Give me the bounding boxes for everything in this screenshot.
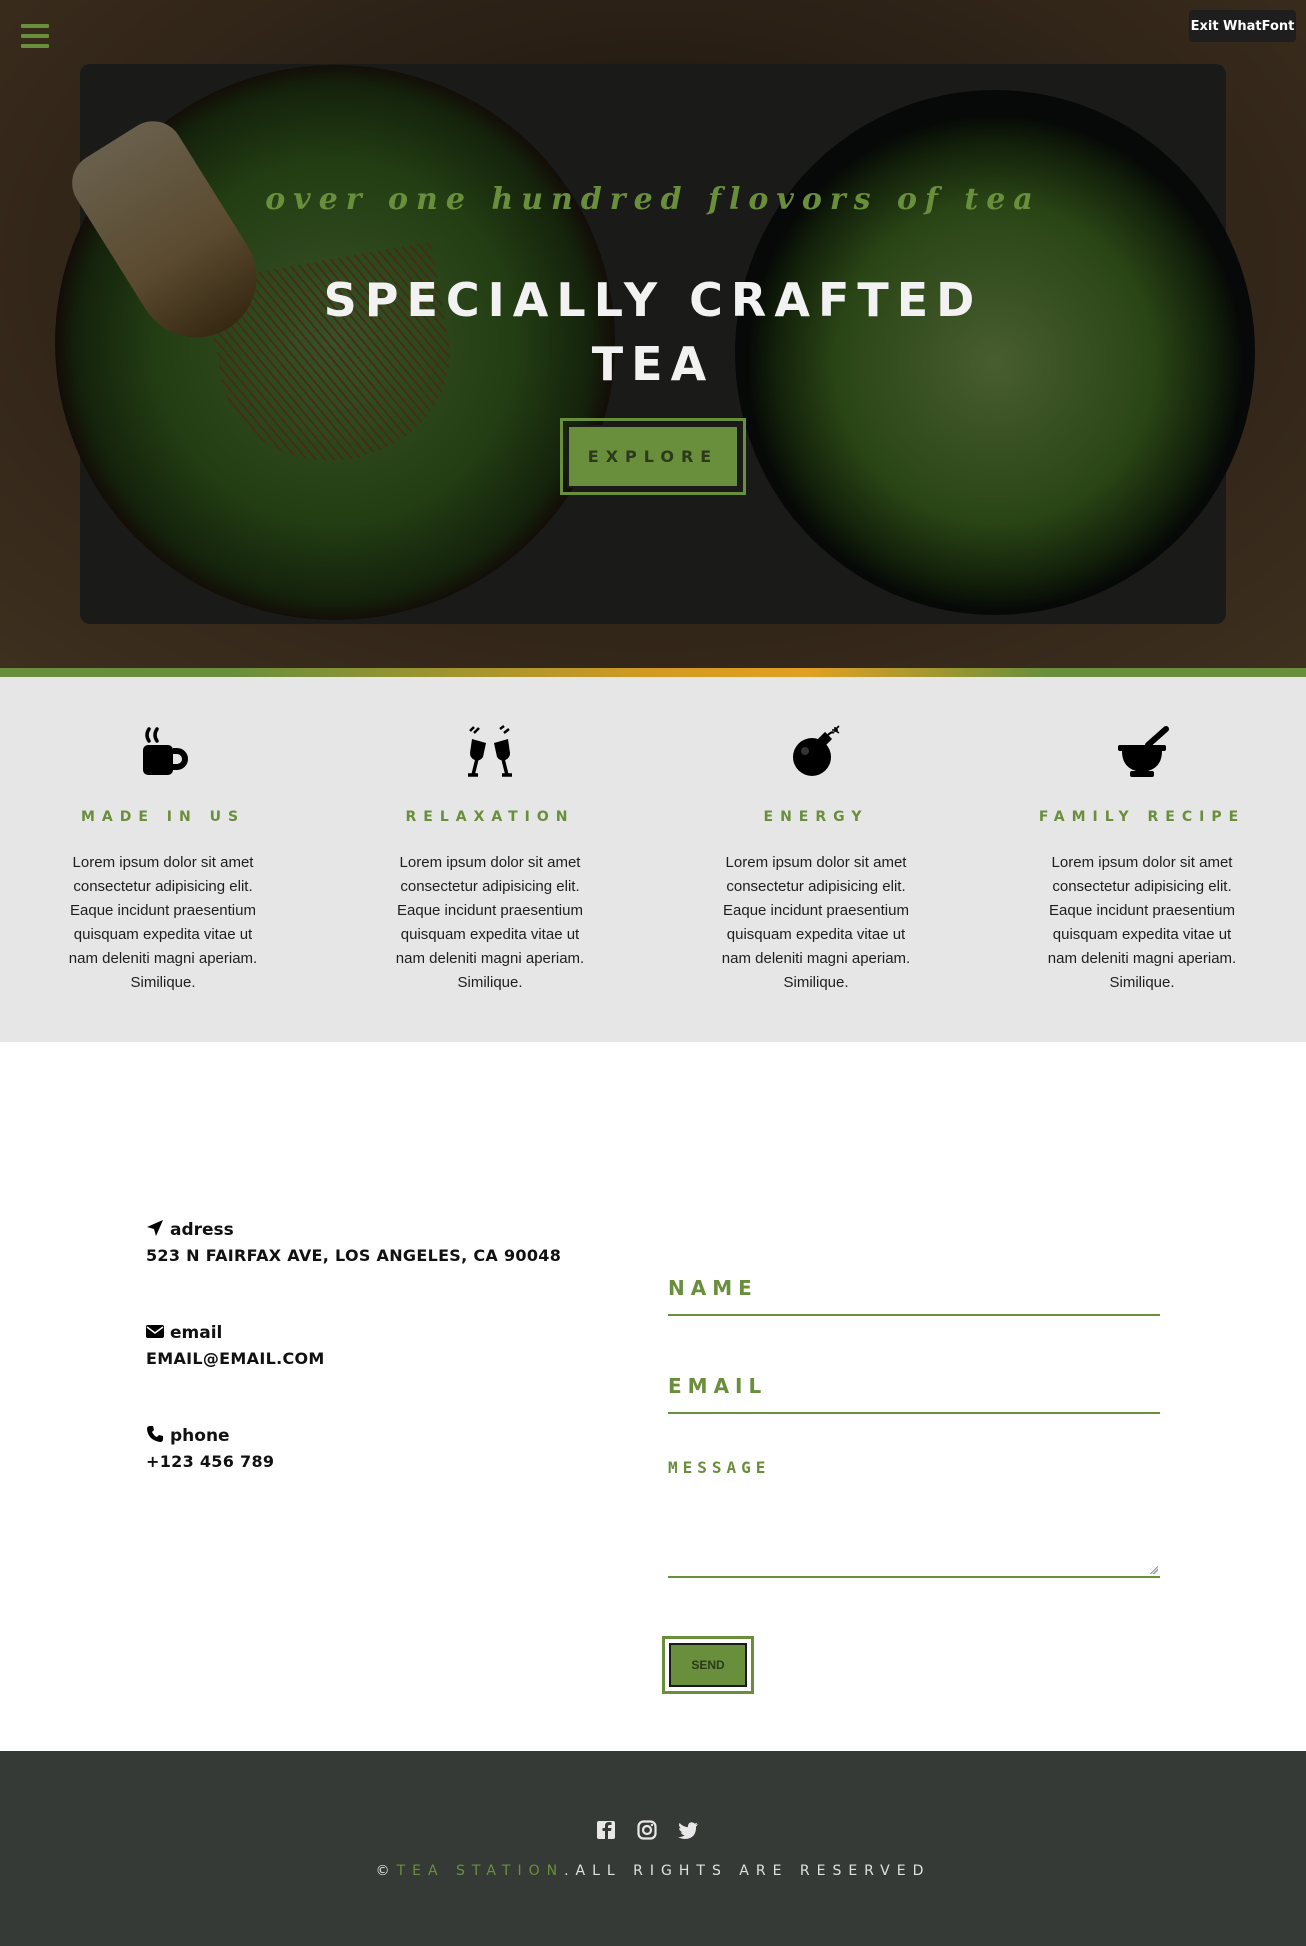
hero-bottom-strip xyxy=(0,668,1306,677)
message-textarea[interactable] xyxy=(668,1456,1160,1574)
email-value: EMAIL@EMAIL.COM xyxy=(146,1349,325,1368)
contact-info: adress 523 N FAIRFAX AVE, LOS ANGELES, C… xyxy=(146,1218,586,1527)
phone-value: +123 456 789 xyxy=(146,1452,275,1471)
send-button-frame: SEND xyxy=(662,1636,754,1694)
resize-grip-icon[interactable] xyxy=(1150,1566,1158,1574)
feature-title: FAMILY RECIPE xyxy=(1038,809,1246,825)
feature-title: ENERGY xyxy=(763,809,869,825)
social-links xyxy=(595,1819,715,1841)
copyright-symbol: © xyxy=(375,1863,397,1879)
copyright-text: ©TEA STATION.ALL RIGHTS ARE RESERVED xyxy=(0,1863,1306,1879)
hero-title: SPECIALLY CRAFTED TEA xyxy=(323,273,983,391)
phone-label: phone xyxy=(170,1426,230,1446)
address-value: 523 N FAIRFAX AVE, LOS ANGELES, CA 90048 xyxy=(146,1246,562,1265)
hero-section: Exit WhatFont over one hundred flovors o… xyxy=(0,0,1306,668)
email-field-wrapper xyxy=(668,1360,1160,1414)
phone-block: phone +123 456 789 xyxy=(146,1424,586,1471)
feature-text: Lorem ipsum dolor sit amet consectetur a… xyxy=(1047,854,1237,991)
feature-made-in-us: MADE IN US Lorem ipsum dolor sit amet co… xyxy=(43,725,283,995)
feature-text: Lorem ipsum dolor sit amet consectetur a… xyxy=(68,854,258,991)
email-block: email EMAIL@EMAIL.COM xyxy=(146,1321,586,1368)
feature-energy: ENERGY Lorem ipsum dolor sit amet consec… xyxy=(696,725,936,995)
name-input[interactable] xyxy=(668,1262,1160,1314)
hero-tagline: over one hundred flovors of tea xyxy=(265,182,1041,217)
envelope-icon xyxy=(146,1323,170,1344)
send-button[interactable]: SEND xyxy=(669,1643,747,1687)
address-label: adress xyxy=(170,1220,234,1240)
rights-text: .ALL RIGHTS ARE RESERVED xyxy=(564,1863,931,1879)
email-input[interactable] xyxy=(668,1360,1160,1412)
phone-icon xyxy=(146,1425,170,1448)
message-field-wrapper xyxy=(668,1456,1160,1578)
bomb-icon xyxy=(786,725,846,781)
coffee-cup-icon xyxy=(133,725,193,781)
feature-text: Lorem ipsum dolor sit amet consectetur a… xyxy=(721,854,911,991)
exit-whatfont-button[interactable]: Exit WhatFont xyxy=(1189,10,1296,42)
name-field-wrapper xyxy=(668,1262,1160,1316)
feature-relaxation: RELAXATION Lorem ipsum dolor sit amet co… xyxy=(370,725,610,995)
mortar-pestle-icon xyxy=(1112,725,1172,781)
footer: ©TEA STATION.ALL RIGHTS ARE RESERVED xyxy=(0,1751,1306,1946)
glass-cheers-icon xyxy=(460,725,520,781)
twitter-icon[interactable] xyxy=(677,1819,699,1841)
feature-title: MADE IN US xyxy=(80,809,246,825)
explore-button-frame: EXPLORE xyxy=(560,418,746,495)
location-arrow-icon xyxy=(146,1219,170,1242)
feature-text: Lorem ipsum dolor sit amet consectetur a… xyxy=(395,854,585,991)
instagram-icon[interactable] xyxy=(636,1819,658,1841)
facebook-icon[interactable] xyxy=(595,1819,617,1841)
email-label: email xyxy=(170,1323,223,1343)
explore-button[interactable]: EXPLORE xyxy=(567,425,739,488)
brand-name: TEA STATION xyxy=(396,1863,565,1879)
feature-family-recipe: FAMILY RECIPE Lorem ipsum dolor sit amet… xyxy=(1022,725,1262,995)
feature-title: RELAXATION xyxy=(405,809,575,825)
features-section: MADE IN US Lorem ipsum dolor sit amet co… xyxy=(0,677,1306,1042)
hamburger-menu-icon[interactable] xyxy=(21,24,49,48)
address-block: adress 523 N FAIRFAX AVE, LOS ANGELES, C… xyxy=(146,1218,586,1265)
contact-form xyxy=(668,1262,1160,1578)
